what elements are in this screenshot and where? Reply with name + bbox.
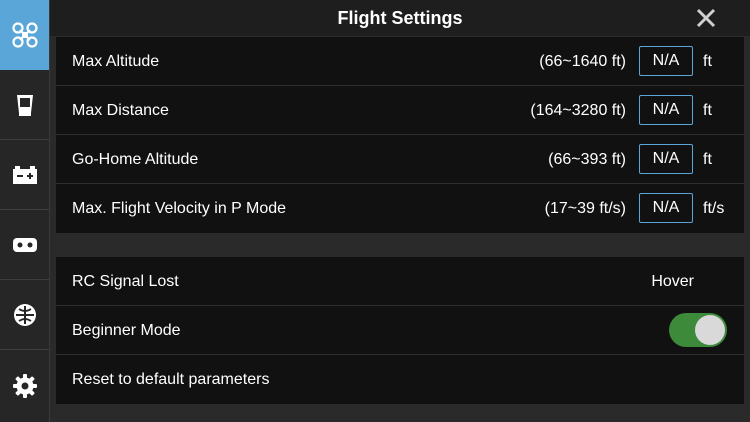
setting-unit: ft bbox=[703, 102, 712, 119]
aircraft-icon bbox=[11, 22, 38, 48]
setting-label: Max Distance bbox=[72, 102, 169, 119]
setting-unit: ft bbox=[703, 151, 712, 168]
max-velocity-input[interactable] bbox=[639, 193, 693, 223]
setting-range: (164~3280 ft) bbox=[530, 102, 626, 119]
rc-signal-lost-row[interactable]: RC Signal Lost Hover bbox=[56, 257, 744, 306]
rc-signal-lost-value[interactable]: Hover bbox=[651, 257, 694, 306]
max-altitude-row: Max Altitude (66~1640 ft) ft bbox=[56, 37, 744, 86]
max-distance-row: Max Distance (164~3280 ft) ft bbox=[56, 86, 744, 135]
battery-icon bbox=[12, 165, 37, 184]
reset-row[interactable]: Reset to default parameters bbox=[56, 355, 744, 404]
sidebar bbox=[0, 0, 50, 422]
toggle-knob bbox=[695, 315, 725, 345]
go-home-altitude-row: Go-Home Altitude (66~393 ft) ft bbox=[56, 135, 744, 184]
beginner-mode-toggle[interactable] bbox=[669, 313, 727, 347]
page-title: Flight Settings bbox=[337, 8, 463, 28]
options-group: RC Signal Lost Hover Beginner Mode Reset… bbox=[56, 257, 744, 404]
setting-label: Max. Flight Velocity in P Mode bbox=[72, 200, 287, 217]
setting-label: Max Altitude bbox=[72, 53, 160, 70]
beginner-mode-row: Beginner Mode bbox=[56, 306, 744, 355]
setting-label: RC Signal Lost bbox=[72, 273, 179, 290]
reset-defaults-button[interactable]: Reset to default parameters bbox=[72, 355, 269, 404]
setting-range: (66~393 ft) bbox=[548, 151, 626, 168]
close-icon[interactable] bbox=[696, 8, 716, 28]
video-transmission-icon bbox=[13, 303, 36, 326]
sidebar-item-gimbal[interactable] bbox=[0, 70, 49, 140]
gimbal-icon bbox=[16, 94, 33, 116]
setting-range: (66~1640 ft) bbox=[539, 53, 626, 70]
max-distance-input[interactable] bbox=[639, 95, 693, 125]
max-altitude-input[interactable] bbox=[639, 46, 693, 76]
setting-unit: ft/s bbox=[703, 200, 725, 217]
setting-unit: ft bbox=[703, 53, 712, 70]
sidebar-item-remote-controller[interactable] bbox=[0, 210, 49, 280]
go-home-altitude-input[interactable] bbox=[639, 144, 693, 174]
sidebar-item-video-transmission[interactable] bbox=[0, 280, 49, 350]
sidebar-item-aircraft[interactable] bbox=[0, 0, 49, 70]
max-velocity-row: Max. Flight Velocity in P Mode (17~39 ft… bbox=[56, 184, 744, 233]
limits-group: Max Altitude (66~1640 ft) ft Max Distanc… bbox=[56, 37, 744, 233]
gear-icon bbox=[12, 374, 37, 398]
header: Flight Settings bbox=[50, 0, 750, 36]
sidebar-item-settings[interactable] bbox=[0, 350, 49, 422]
setting-label: Go-Home Altitude bbox=[72, 151, 199, 168]
setting-range: (17~39 ft/s) bbox=[544, 200, 626, 217]
setting-label: Beginner Mode bbox=[72, 322, 181, 339]
sidebar-item-battery[interactable] bbox=[0, 140, 49, 210]
remote-controller-icon bbox=[12, 237, 37, 252]
